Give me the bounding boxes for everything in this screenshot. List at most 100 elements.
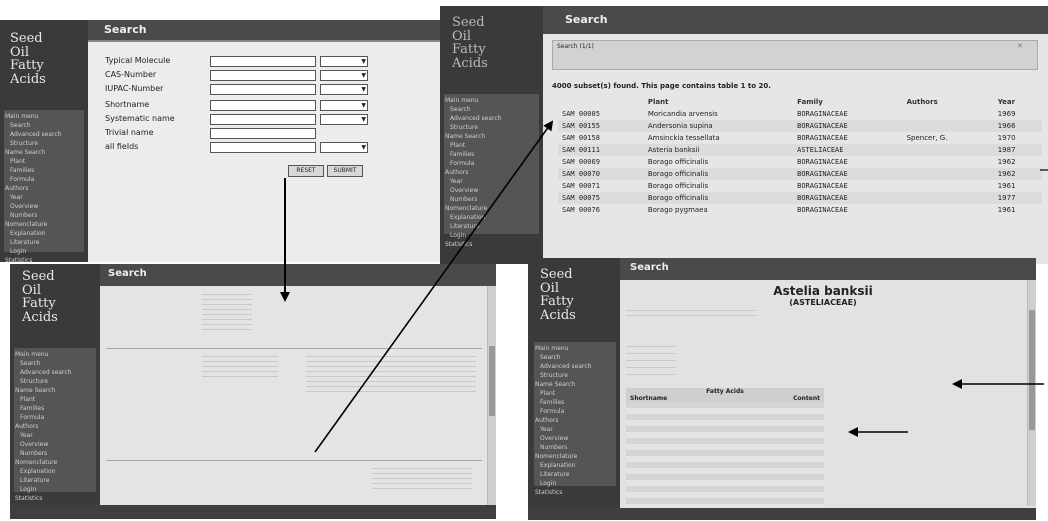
field-input[interactable] (210, 128, 316, 139)
operator-select[interactable] (320, 84, 368, 95)
nav-item[interactable]: Login (4, 247, 84, 256)
nav-item[interactable]: Literature (14, 476, 96, 485)
nav-item[interactable]: Search (14, 359, 96, 368)
field-input[interactable] (210, 70, 316, 81)
nav-item[interactable]: Advanced search (4, 130, 84, 139)
nav-item[interactable]: Search (444, 105, 539, 114)
reset-button[interactable]: RESET (288, 165, 324, 177)
row-id-link[interactable]: SAM 00076 (558, 204, 644, 216)
table-row[interactable]: SAM 00155 Andersonia supina BORAGINACEAE 19… (558, 120, 1042, 132)
table-row[interactable]: SAM 00071 Borago officinalis BORAGINACEAE 1… (558, 180, 1042, 192)
nav-item[interactable]: Structure (14, 377, 96, 386)
nav-item[interactable]: Formula (444, 159, 539, 168)
nav-item[interactable]: Nomenclature (4, 220, 84, 229)
nav-item[interactable]: Year (534, 425, 616, 434)
nav-item[interactable]: Year (444, 177, 539, 186)
nav-item[interactable]: Explanation (444, 213, 539, 222)
nav-item[interactable]: Authors (4, 184, 84, 193)
nav-item[interactable]: Name Search (444, 132, 539, 141)
nav-item[interactable]: Main menu (14, 350, 96, 359)
nav-item[interactable]: Login (444, 231, 539, 240)
nav-item[interactable]: Statistics (534, 488, 616, 497)
nav-item[interactable]: Name Search (4, 148, 84, 157)
nav-item[interactable]: Advanced search (444, 114, 539, 123)
nav-item[interactable]: Advanced search (534, 362, 616, 371)
nav-item[interactable]: Authors (444, 168, 539, 177)
nav-item[interactable]: Structure (4, 139, 84, 148)
nav-item[interactable]: Explanation (534, 461, 616, 470)
nav-item[interactable]: Advanced search (14, 368, 96, 377)
nav-item[interactable]: Name Search (534, 380, 616, 389)
nav-item[interactable]: Statistics (14, 494, 96, 503)
nav-item[interactable]: Formula (534, 407, 616, 416)
row-id-link[interactable]: SAM 00070 (558, 168, 644, 180)
nav-item[interactable]: Families (4, 166, 84, 175)
nav-item[interactable]: Explanation (14, 467, 96, 476)
submit-button[interactable]: SUBMIT (327, 165, 363, 177)
scrollbar[interactable] (1027, 280, 1036, 506)
nav-item[interactable]: Main menu (534, 344, 616, 353)
scrollbar[interactable] (487, 286, 496, 505)
nav-item[interactable]: Year (14, 431, 96, 440)
row-id-link[interactable]: SAM 00071 (558, 180, 644, 192)
nav-item[interactable]: Numbers (4, 211, 84, 220)
nav-item[interactable]: Explanation (4, 229, 84, 238)
nav-item[interactable]: Literature (444, 222, 539, 231)
nav-item[interactable]: Authors (14, 422, 96, 431)
nav-item[interactable]: Plant (534, 389, 616, 398)
nav-item[interactable]: Login (534, 479, 616, 488)
nav-item[interactable]: Structure (534, 371, 616, 380)
table-row[interactable]: SAM 00158 Amsinckia tessellata BORAGINACEA… (558, 132, 1042, 144)
nav-item[interactable]: Numbers (14, 449, 96, 458)
nav-item[interactable]: Overview (444, 186, 539, 195)
nav-item[interactable]: Literature (4, 238, 84, 247)
nav-item[interactable]: Formula (14, 413, 96, 422)
operator-select[interactable] (320, 70, 368, 81)
nav-item[interactable]: Authors (534, 416, 616, 425)
nav-item[interactable]: Formula (4, 175, 84, 184)
nav-item[interactable]: Login (14, 485, 96, 494)
table-row[interactable]: SAM 00111 Asteria banksii ASTELIACEAE 1987 (558, 144, 1042, 156)
table-row[interactable]: SAM 00069 Borago officinalis BORAGINACEAE 1… (558, 156, 1042, 168)
field-input[interactable] (210, 100, 316, 111)
table-row[interactable]: SAM 00005 Moricandia arvensis BORAGINACEAE… (558, 108, 1042, 120)
operator-select[interactable] (320, 114, 368, 125)
row-id-link[interactable]: SAM 00069 (558, 156, 644, 168)
nav-item[interactable]: Literature (534, 470, 616, 479)
nav-item[interactable]: Search (4, 121, 84, 130)
field-input[interactable] (210, 142, 316, 153)
nav-item[interactable]: Plant (444, 141, 539, 150)
row-id-link[interactable]: SAM 00075 (558, 192, 644, 204)
close-icon[interactable]: ✕ (1017, 42, 1023, 50)
nav-item[interactable]: Overview (534, 434, 616, 443)
nav-item[interactable]: Statistics (4, 256, 84, 262)
row-id-link[interactable]: SAM 00158 (558, 132, 644, 144)
table-row[interactable]: SAM 00076 Borago pygmaea BORAGINACEAE 1961 (558, 204, 1042, 216)
operator-select[interactable] (320, 142, 368, 153)
nav-item[interactable]: Main menu (444, 96, 539, 105)
row-id-link[interactable]: SAM 00111 (558, 144, 644, 156)
nav-item[interactable]: Nomenclature (14, 458, 96, 467)
nav-item[interactable]: Numbers (444, 195, 539, 204)
nav-item[interactable]: Statistics (444, 240, 539, 249)
operator-select[interactable] (320, 100, 368, 111)
nav-item[interactable]: Nomenclature (534, 452, 616, 461)
nav-item[interactable]: Nomenclature (444, 204, 539, 213)
nav-item[interactable]: Plant (4, 157, 84, 166)
nav-item[interactable]: Families (14, 404, 96, 413)
nav-item[interactable]: Numbers (534, 443, 616, 452)
field-input[interactable] (210, 56, 316, 67)
nav-item[interactable]: Overview (4, 202, 84, 211)
row-id-link[interactable]: SAM 00005 (558, 108, 644, 120)
nav-item[interactable]: Families (444, 150, 539, 159)
nav-item[interactable]: Structure (444, 123, 539, 132)
nav-item[interactable]: Main menu (4, 112, 84, 121)
nav-item[interactable]: Overview (14, 440, 96, 449)
nav-item[interactable]: Families (534, 398, 616, 407)
nav-item[interactable]: Name Search (14, 386, 96, 395)
row-id-link[interactable]: SAM 00155 (558, 120, 644, 132)
operator-select[interactable] (320, 56, 368, 67)
table-row[interactable]: SAM 00070 Borago officinalis BORAGINACEAE 1… (558, 168, 1042, 180)
table-row[interactable]: SAM 00075 Borago officinalis BORAGINACEAE 1… (558, 192, 1042, 204)
nav-item[interactable]: Plant (14, 395, 96, 404)
